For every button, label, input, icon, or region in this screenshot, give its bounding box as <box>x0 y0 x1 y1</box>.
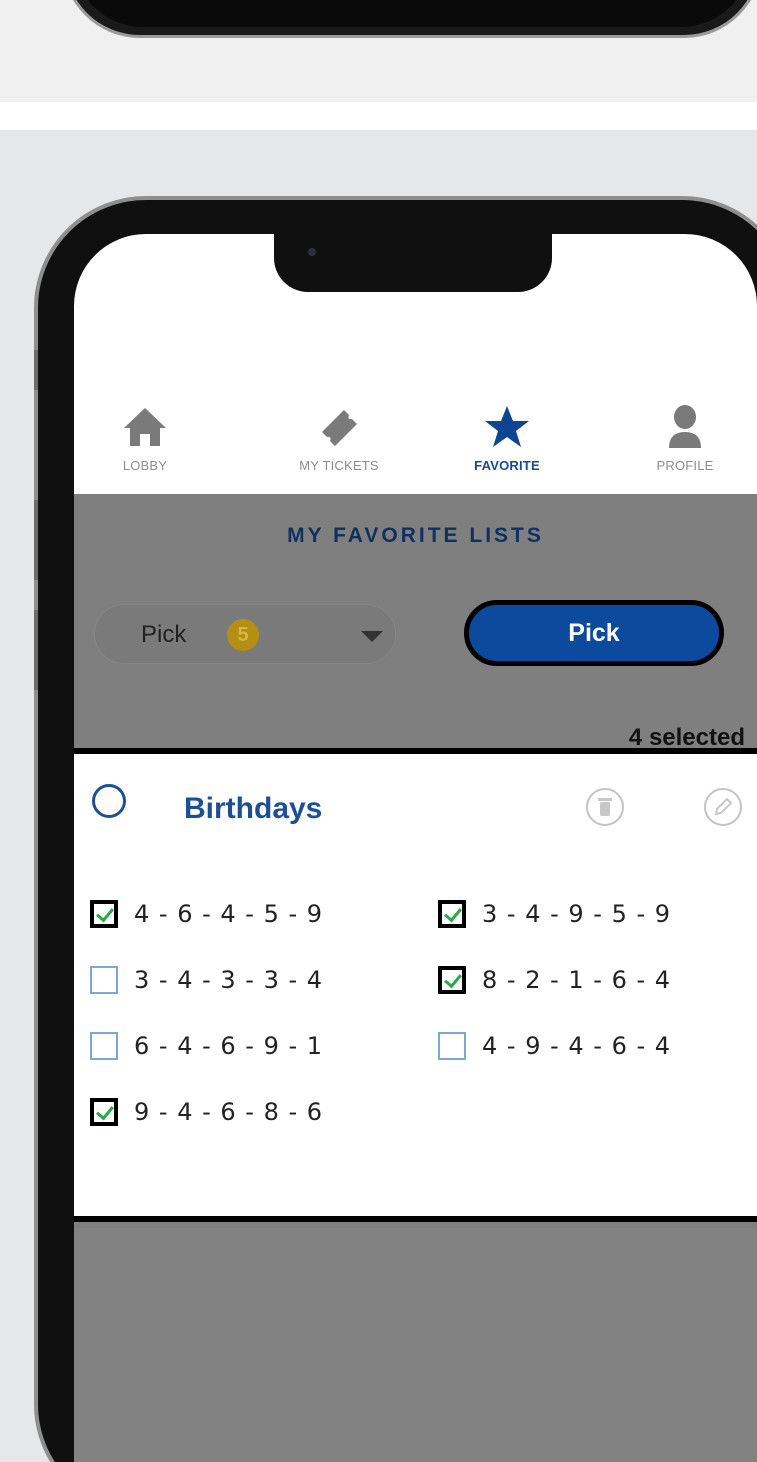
number-combination[interactable]: 6 - 4 - 6 - 9 - 1 <box>90 1030 323 1062</box>
number-text: 3 - 4 - 9 - 5 - 9 <box>482 900 672 928</box>
number-checkbox[interactable] <box>90 900 118 928</box>
favorite-list-card: Birthdays 4 - 6 - 4 - 5 - 9 3 - 4 - 9 - … <box>74 748 757 1222</box>
tab-my-tickets[interactable]: MY TICKETS <box>274 402 404 473</box>
number-checkbox[interactable] <box>438 1032 466 1060</box>
ticket-icon <box>322 410 357 446</box>
pick-dropdown[interactable]: Pick 5 <box>94 604 396 664</box>
number-text: 3 - 4 - 3 - 3 - 4 <box>134 966 324 994</box>
phone-screen: LOBBY MY TICKETS FAVORITE PROFILE MY FAV… <box>74 234 757 1462</box>
volume-down-button <box>34 610 38 690</box>
previous-phone-panel <box>0 0 757 102</box>
volume-up-button <box>34 500 38 580</box>
previous-phone-frame <box>62 0 757 38</box>
number-combination[interactable]: 3 - 4 - 3 - 3 - 4 <box>90 964 323 996</box>
number-combination[interactable]: 4 - 9 - 4 - 6 - 4 <box>438 1030 671 1062</box>
tab-label: LOBBY <box>122 458 168 473</box>
notch <box>274 234 552 292</box>
pick-count-badge: 5 <box>227 619 259 651</box>
list-name: Birthdays <box>184 792 323 825</box>
pick-button[interactable]: Pick <box>464 600 724 666</box>
number-text: 4 - 9 - 4 - 6 - 4 <box>482 1032 672 1060</box>
number-checkbox[interactable] <box>438 966 466 994</box>
number-combination[interactable]: 4 - 6 - 4 - 5 - 9 <box>90 898 323 930</box>
tab-bar: LOBBY MY TICKETS FAVORITE PROFILE <box>74 382 757 494</box>
tab-label: MY TICKETS <box>299 458 379 473</box>
overlay-bottom <box>74 1228 757 1462</box>
pencil-icon <box>714 797 733 816</box>
divider <box>0 102 757 130</box>
mute-switch <box>34 350 38 390</box>
number-text: 4 - 6 - 4 - 5 - 9 <box>134 900 324 928</box>
pick-dropdown-label: Pick <box>141 621 187 648</box>
number-text: 8 - 2 - 1 - 6 - 4 <box>482 966 672 994</box>
number-text: 6 - 4 - 6 - 9 - 1 <box>134 1032 324 1060</box>
number-text: 9 - 4 - 6 - 8 - 6 <box>134 1098 324 1126</box>
camera-icon <box>308 248 316 256</box>
trash-icon <box>598 798 612 816</box>
list-radio-button[interactable] <box>92 784 126 818</box>
number-checkbox[interactable] <box>90 1098 118 1126</box>
tab-lobby[interactable]: LOBBY <box>80 402 210 473</box>
tab-profile[interactable]: PROFILE <box>620 402 750 473</box>
tab-label: FAVORITE <box>474 458 540 473</box>
edit-button[interactable] <box>704 788 742 826</box>
tab-label: PROFILE <box>656 458 714 473</box>
number-combination[interactable]: 8 - 2 - 1 - 6 - 4 <box>438 964 671 996</box>
profile-icon <box>669 405 701 448</box>
number-checkbox[interactable] <box>90 966 118 994</box>
tab-favorite[interactable]: FAVORITE <box>442 402 572 473</box>
page-title: MY FAVORITE LISTS <box>287 524 544 547</box>
number-checkbox[interactable] <box>90 1032 118 1060</box>
home-icon <box>124 408 166 446</box>
chevron-down-icon <box>361 631 383 642</box>
delete-button[interactable] <box>586 788 624 826</box>
number-combination[interactable]: 3 - 4 - 9 - 5 - 9 <box>438 898 671 930</box>
number-combination[interactable]: 9 - 4 - 6 - 8 - 6 <box>90 1096 323 1128</box>
number-checkbox[interactable] <box>438 900 466 928</box>
star-icon <box>485 406 529 447</box>
